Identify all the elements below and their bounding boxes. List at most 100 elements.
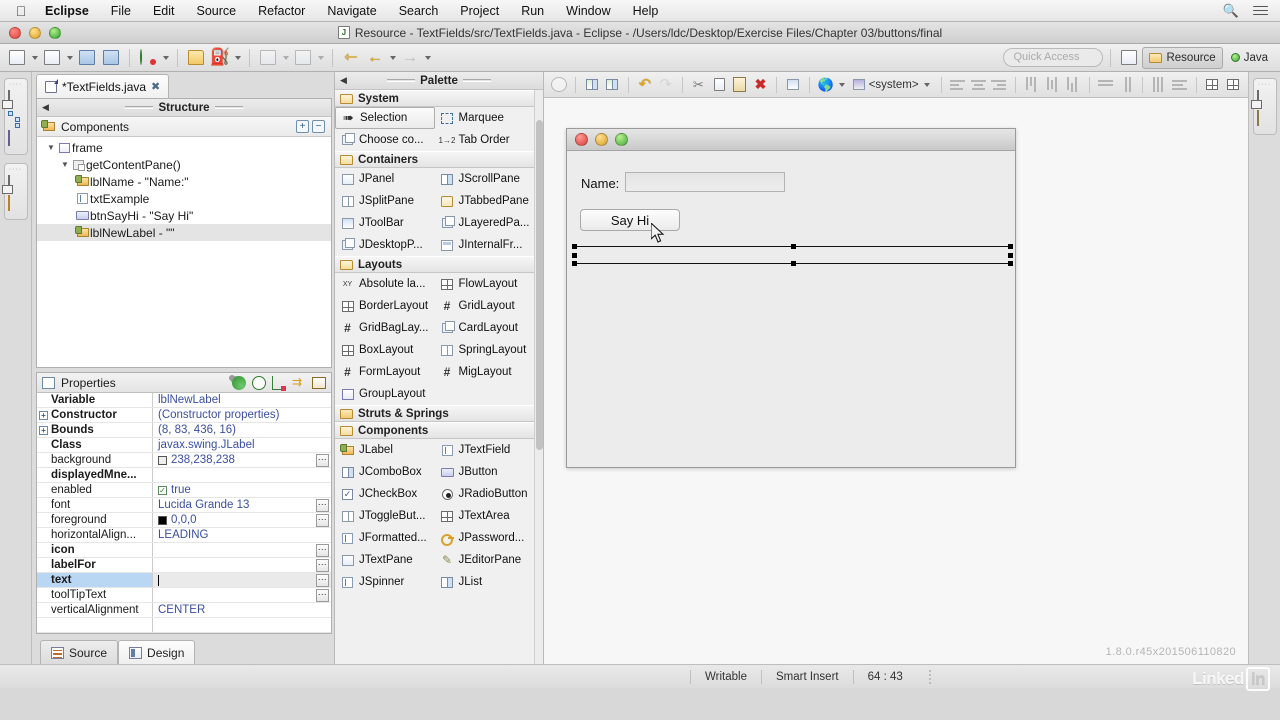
outline-view-icon[interactable] (7, 111, 24, 128)
align-center-vertical-button[interactable] (1043, 75, 1061, 95)
property-row[interactable]: toolTipText ⋯ (37, 588, 331, 603)
status-resize-grip[interactable] (928, 669, 931, 684)
save-all-button[interactable] (100, 47, 122, 69)
goto-definition-icon[interactable]: ⇉ (292, 376, 306, 390)
menu-item-refactor[interactable]: Refactor (247, 0, 316, 22)
align-center-horizontal-button[interactable] (969, 75, 987, 95)
property-row[interactable]: verticalAlignment CENTER (37, 603, 331, 618)
property-row[interactable]: + Bounds (8, 83, 436, 16) (37, 423, 331, 438)
external-tools-button[interactable]: ⛽ (209, 47, 231, 69)
restore-icon[interactable] (7, 90, 24, 107)
properties-table[interactable]: Variable lblNewLabel + Constructor (Cons… (37, 393, 331, 633)
palette-item-jtextarea[interactable]: JTextArea (435, 505, 535, 527)
resize-handle-sw[interactable] (572, 261, 577, 266)
new-package-dropdown-arrow[interactable] (316, 47, 325, 69)
paste-button[interactable] (731, 75, 749, 95)
palette-item-jtextfield[interactable]: JTextField (435, 439, 535, 461)
new-package-button[interactable] (292, 47, 314, 69)
properties-menu-icon[interactable] (312, 376, 326, 389)
property-value[interactable] (153, 468, 331, 482)
preview-content-pane[interactable]: Name: Say Hi (567, 151, 1015, 467)
new-java-dropdown-arrow[interactable] (65, 47, 74, 69)
palette-item-jspinner[interactable]: JSpinner (335, 571, 435, 593)
palette-scrollbar[interactable] (534, 90, 543, 664)
close-icon[interactable]: ✖ (151, 80, 160, 93)
palette-item-marquee[interactable]: Marquee (435, 107, 535, 129)
rail-grip-2[interactable]: ···· (5, 166, 27, 173)
right-rail-group[interactable]: ···· (1252, 78, 1277, 135)
search-icon[interactable]: 🔍 (1223, 3, 1239, 19)
palette-scrollbar-thumb[interactable] (536, 120, 543, 450)
palette-item-jtextpane[interactable]: JTextPane (335, 549, 435, 571)
palette-item-jpasswordfield[interactable]: JPassword... (435, 527, 535, 549)
restore-defaults-icon[interactable] (232, 375, 246, 390)
open-editor-button[interactable]: ⋯ (316, 498, 329, 512)
palette-item-jcheckbox[interactable]: ✓ JCheckBox (335, 483, 435, 505)
delete-button[interactable]: ✖ (752, 75, 770, 95)
palette-item-choose-component[interactable]: Choose co... (335, 129, 435, 151)
palette-item-jscrollpane[interactable]: JScrollPane (435, 168, 535, 190)
replicate-layout-button[interactable] (1204, 75, 1222, 95)
palette-item-tab-order[interactable]: 1→2 Tab Order (435, 129, 535, 151)
task-list-view-icon[interactable] (1256, 110, 1273, 127)
resize-handle-s[interactable] (790, 261, 796, 266)
palette-item-jsplitpane[interactable]: JSplitPane (335, 190, 435, 212)
property-row-text-selected[interactable]: text ⋯ (37, 573, 331, 588)
palette-item-jradiobutton[interactable]: JRadioButton (435, 483, 535, 505)
align-left-button[interactable] (948, 75, 966, 95)
property-value-wrap[interactable]: Lucida Grande 13 ⋯ (153, 498, 331, 512)
palette-item-absolute-layout[interactable]: XY Absolute la... (335, 273, 435, 295)
left-rail-group-1[interactable]: ···· (3, 78, 28, 155)
property-row[interactable]: font Lucida Grande 13 ⋯ (37, 498, 331, 513)
back-button[interactable]: ← (364, 47, 386, 69)
palette-item-boxlayout[interactable]: BoxLayout (335, 339, 435, 361)
forward-button[interactable]: → (399, 47, 421, 69)
perspective-java[interactable]: Java (1225, 47, 1274, 69)
chevron-left-icon[interactable]: ◀ (42, 102, 49, 113)
palette-item-jformattedtextfield[interactable]: JFormatted... (335, 527, 435, 549)
palette-item-gridbaglayout[interactable]: # GridBagLay... (335, 317, 435, 339)
left-rail-group-2[interactable]: ···· (3, 163, 28, 220)
back-dropdown-arrow[interactable] (388, 47, 397, 69)
palette-item-selection[interactable]: ➠ Selection (335, 107, 435, 129)
palette-item-jcombobox[interactable]: JComboBox (335, 461, 435, 483)
palette-item-cardlayout[interactable]: CardLayout (435, 317, 535, 339)
palette-category-struts-springs[interactable]: Struts & Springs (335, 405, 534, 422)
palette-item-jeditorpane[interactable]: ✎ JEditorPane (435, 549, 535, 571)
open-perspective-button[interactable] (1118, 47, 1140, 69)
palette-item-flowlayout[interactable]: FlowLayout (435, 273, 535, 295)
property-value[interactable]: (8, 83, 436, 16) (153, 423, 331, 437)
components-tree[interactable]: ▼ frame ▼ getContentPane() lblName - "Na… (36, 137, 332, 368)
tree-row[interactable]: ▼ frame (37, 139, 331, 156)
tree-row[interactable]: lblName - "Name:" (37, 173, 331, 190)
open-editor-button[interactable]: ⋯ (316, 543, 329, 557)
new-class-dropdown-arrow[interactable] (281, 47, 290, 69)
resize-handle-n[interactable] (790, 244, 796, 249)
palette-item-jbutton[interactable]: JButton (435, 461, 535, 483)
external-tools-dropdown-arrow[interactable] (233, 47, 242, 69)
property-row[interactable]: horizontalAlign... LEADING (37, 528, 331, 543)
restore-icon-2[interactable] (7, 175, 24, 192)
palette-item-gridlayout[interactable]: # GridLayout (435, 295, 535, 317)
property-value-wrap[interactable]: ✓ true (153, 483, 331, 497)
palette-category-components[interactable]: Components (335, 422, 534, 439)
preview-minimize-button[interactable] (595, 133, 608, 146)
task-list-icon[interactable] (7, 130, 24, 147)
tree-row-selected[interactable]: lblNewLabel - "" (37, 224, 331, 241)
resize-handle-e[interactable] (1008, 253, 1013, 258)
distribute-horizontal-button[interactable] (1150, 75, 1168, 95)
undo-button[interactable]: ↶ (636, 75, 654, 95)
cut-button[interactable]: ✂ (689, 75, 707, 95)
quick-access-input[interactable]: Quick Access (1003, 48, 1104, 67)
property-row[interactable]: foreground 0,0,0 ⋯ (37, 513, 331, 528)
palette-item-jpanel[interactable]: JPanel (335, 168, 435, 190)
palette-item-jlayeredpane[interactable]: JLayeredPa... (435, 212, 535, 234)
externalize-strings-button[interactable]: 🌎 (817, 75, 835, 95)
apple-logo-icon[interactable]:  (8, 4, 34, 18)
copy-button[interactable] (710, 75, 728, 95)
palette-item-borderlayout[interactable]: BorderLayout (335, 295, 435, 317)
preview-window[interactable]: Name: Say Hi (566, 128, 1016, 468)
test-button[interactable] (550, 75, 568, 95)
set-layout-button[interactable] (1224, 75, 1242, 95)
test-layout-button[interactable] (784, 75, 802, 95)
